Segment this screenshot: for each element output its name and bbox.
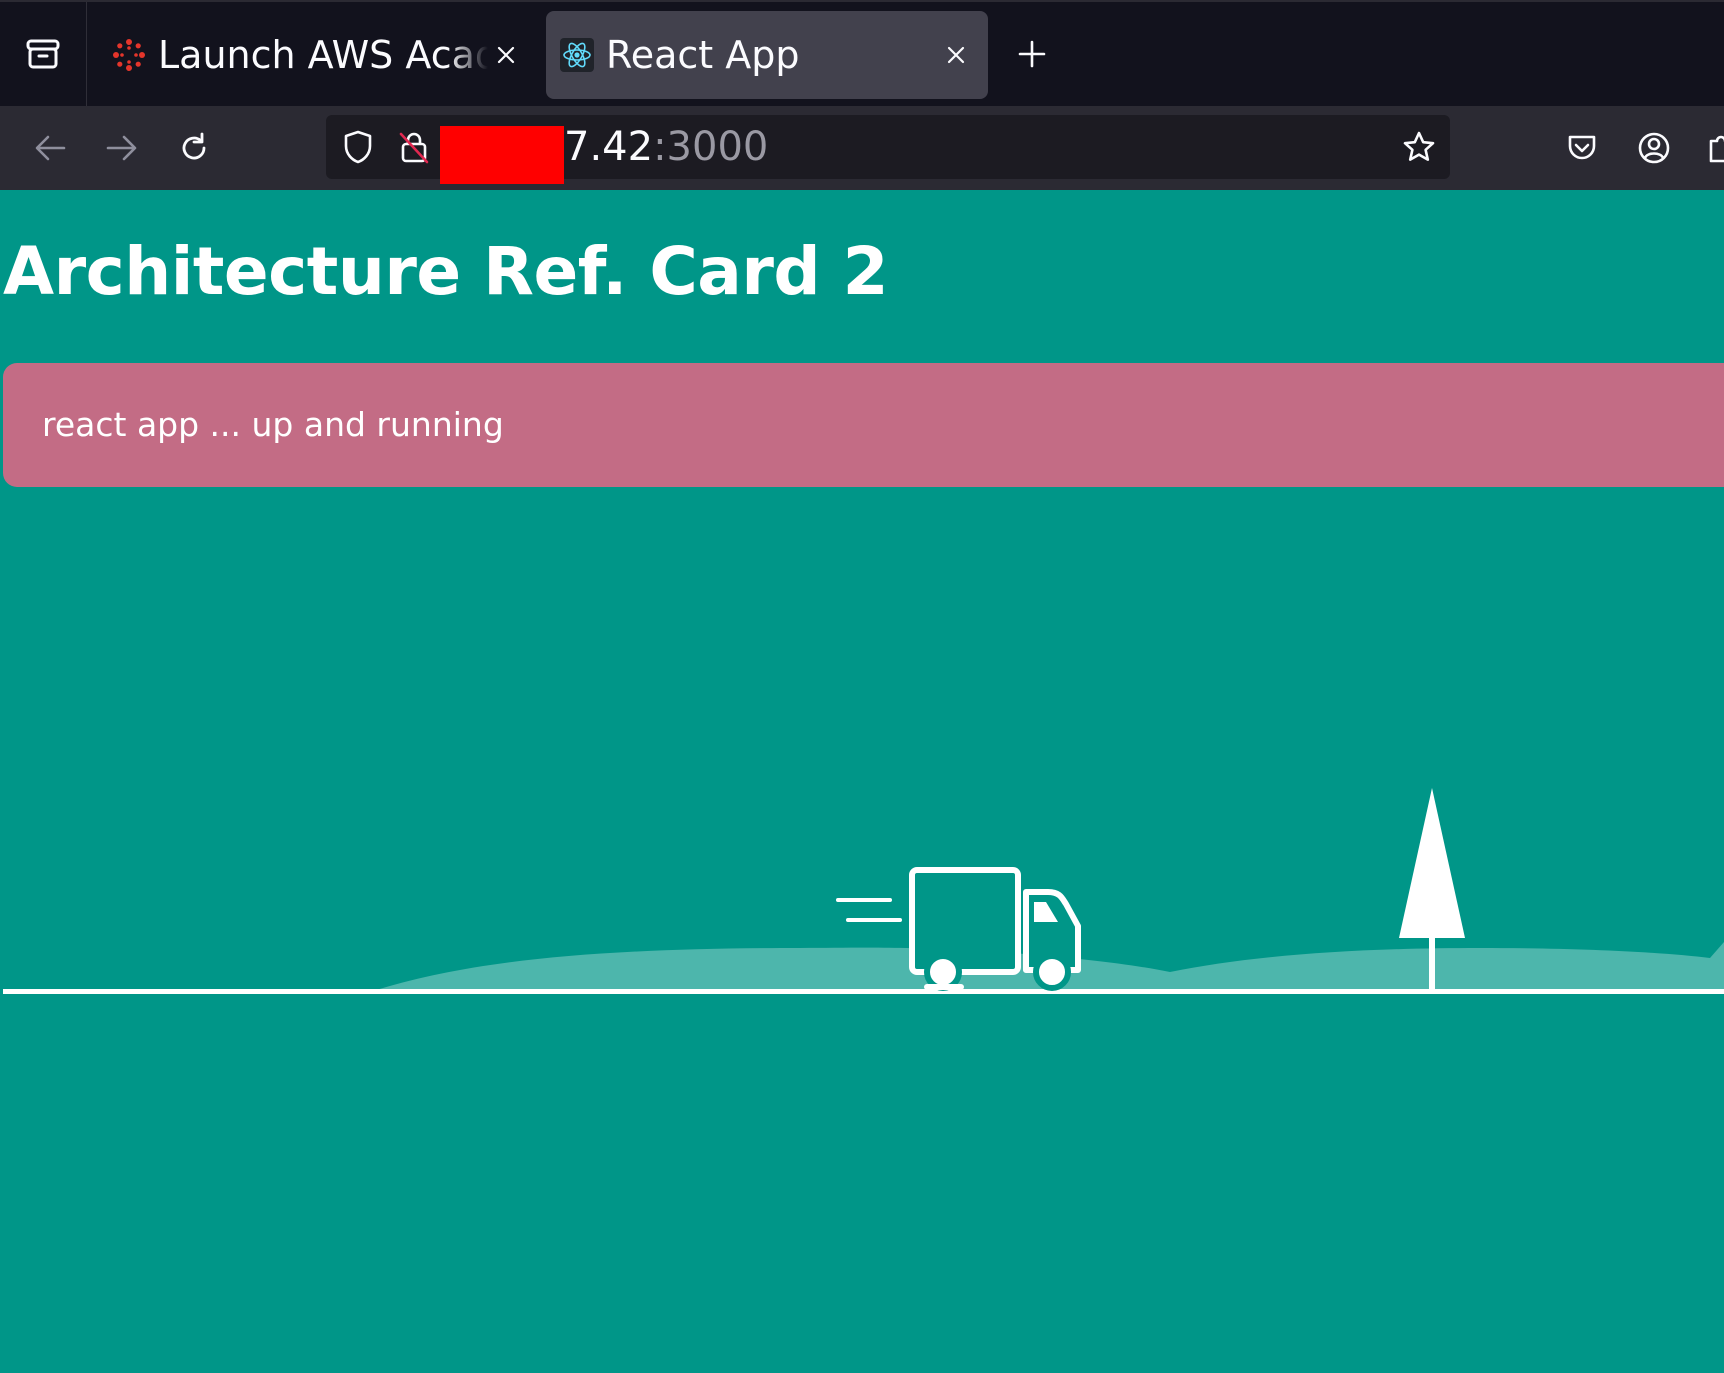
- tab-overview-icon: [26, 39, 60, 69]
- page-content: Architecture Ref. Card 2 react app ... u…: [0, 190, 1724, 1373]
- forward-icon: [106, 135, 137, 161]
- star-icon: [1403, 131, 1435, 161]
- plus-icon: [1018, 40, 1046, 68]
- back-icon: [35, 135, 66, 161]
- truck-icon: [909, 867, 1081, 991]
- insecure-lock-icon: [399, 132, 429, 164]
- account-button[interactable]: [1632, 126, 1676, 170]
- tab-title: Launch AWS Academy Learner Lab: [158, 33, 488, 77]
- new-tab-button[interactable]: [1014, 36, 1050, 72]
- bookmark-button[interactable]: [1400, 128, 1438, 166]
- tab-react-app[interactable]: React App: [546, 11, 988, 99]
- ground-line: [3, 989, 1724, 994]
- reload-button[interactable]: [172, 126, 216, 170]
- pocket-button[interactable]: [1560, 126, 1604, 170]
- react-logo-icon: [560, 38, 594, 72]
- tab-overview-button[interactable]: [0, 2, 87, 106]
- back-button[interactable]: [28, 126, 72, 170]
- reload-icon: [182, 132, 206, 160]
- redacted-url-part: [440, 126, 564, 184]
- close-icon: [497, 46, 515, 64]
- url-port: :3000: [653, 124, 769, 170]
- url-host: 7.42: [564, 124, 654, 170]
- tab-close-button[interactable]: [490, 39, 522, 71]
- navigation-toolbar: 7.42:3000: [0, 106, 1724, 190]
- tab-aws-academy[interactable]: Launch AWS Academy Learner Lab: [104, 11, 524, 99]
- tab-close-button[interactable]: [940, 39, 972, 71]
- extensions-button[interactable]: [1700, 126, 1724, 170]
- forward-button[interactable]: [100, 126, 144, 170]
- shield-icon: [344, 130, 372, 164]
- pocket-icon: [1568, 135, 1596, 160]
- canvas-logo-icon: [113, 39, 145, 71]
- speed-lines: [836, 898, 902, 922]
- account-icon: [1638, 132, 1670, 164]
- close-icon: [947, 46, 965, 64]
- delivery-illustration: [3, 788, 1724, 994]
- tab-title: React App: [606, 33, 800, 77]
- tab-bar: Launch AWS Academy Learner Lab React App: [0, 0, 1724, 106]
- address-bar[interactable]: 7.42:3000: [326, 115, 1450, 184]
- tracking-protection-button[interactable]: [340, 129, 376, 165]
- extensions-icon: [1709, 135, 1724, 163]
- url-text[interactable]: 7.42:3000: [564, 121, 768, 173]
- site-info-button[interactable]: [396, 129, 432, 165]
